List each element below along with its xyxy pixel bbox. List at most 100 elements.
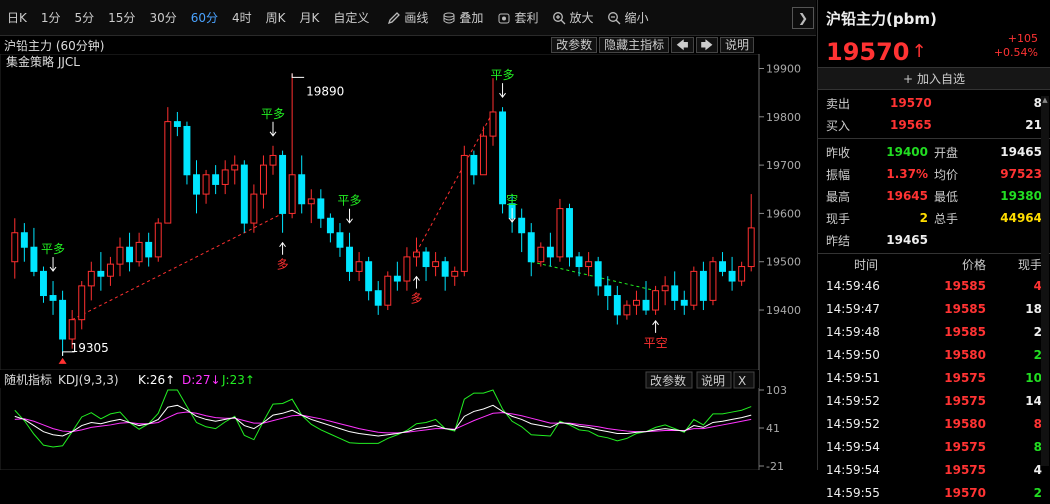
signal-short: 空: [506, 193, 518, 207]
candle-body: [632, 299, 640, 306]
tick-time: 14:59:52: [826, 416, 880, 431]
period-tab[interactable]: 月K: [293, 0, 327, 36]
candle-body: [78, 285, 86, 321]
arrow-left-icon[interactable]: 🡄: [671, 37, 694, 53]
tick-row: 14:59:52 19575 14: [818, 389, 1050, 412]
bid-price: 19565: [890, 118, 932, 132]
plus-icon: +: [902, 71, 914, 86]
signal-flat-short: 平空: [644, 336, 668, 350]
tick-volume: 18: [1025, 301, 1042, 316]
tick-time: 14:59:55: [826, 485, 880, 500]
ticks-header-volume: 现手: [1017, 257, 1042, 272]
tool-label: 套利: [514, 11, 539, 25]
candle-body: [30, 246, 38, 272]
tool-zoom-in-button[interactable]: 放大: [545, 9, 600, 26]
candle-body: [719, 261, 726, 272]
main-panel-header: 沪铅主力 (60分钟) 改参数 隐藏主指标 🡄 🡆 说明: [0, 36, 760, 54]
stat-value: 19380: [1000, 189, 1042, 203]
tool-label: 缩小: [624, 11, 649, 25]
candle-body: [546, 246, 554, 258]
ask-volume: 8: [1033, 96, 1042, 110]
stat-value: 19465: [886, 233, 928, 247]
explain-button[interactable]: 说明: [719, 37, 754, 53]
period-tab[interactable]: 30分: [142, 0, 183, 36]
stat-value: 1.37%: [886, 167, 928, 181]
period-tab[interactable]: 5分: [68, 0, 102, 36]
candle-body: [11, 232, 19, 263]
stack-icon: [442, 11, 456, 25]
candle-body: [317, 198, 325, 219]
candle-body: [298, 174, 306, 205]
edit-params-button[interactable]: 改参数: [551, 37, 598, 53]
tool-arbitrage-button[interactable]: 套利: [490, 9, 545, 26]
kdj-tick-label: 41: [766, 422, 780, 435]
scrollbar[interactable]: ▲: [1041, 96, 1049, 466]
kdj-tick-label: -21: [766, 460, 784, 470]
tick-price: 19575: [944, 370, 986, 385]
candle-body: [231, 164, 239, 171]
candle-body: [193, 174, 200, 195]
period-tab[interactable]: 日K: [0, 0, 34, 36]
candle-body: [566, 208, 573, 258]
signal-buy-long: 多: [410, 292, 422, 306]
quote-stats: 昨收 19400 开盘 19465 振幅 1.37% 均价 97523 最高 19645 最低 193…: [818, 139, 1050, 254]
low-annotation: 19305: [71, 341, 109, 355]
tick-row: 14:59:51 19575 10: [818, 366, 1050, 389]
period-tab[interactable]: 4时: [225, 0, 259, 36]
bid-row: 买入 19565 21: [818, 114, 1050, 136]
sub-explain-button-label: 说明: [701, 373, 725, 388]
ask-label: 卖出: [826, 96, 851, 111]
price-chart[interactable]: 集金策略 JJCL 19900 19800 19700 19600 19500 19400 1…: [0, 54, 816, 470]
tick-price: 19575: [944, 439, 986, 454]
tool-pencil-button[interactable]: 画线: [380, 9, 435, 26]
candle-body: [20, 232, 28, 248]
candle-body: [355, 261, 363, 272]
add-watchlist-button[interactable]: + 加入自选: [818, 68, 1050, 90]
sub-panel-name: 随机指标: [4, 372, 52, 387]
quote-panel: 沪铅主力(pbm) 19570 ↑ +105 +0.54% + 加入自选 卖出 1…: [817, 0, 1050, 500]
high-marker-line: [291, 73, 305, 78]
candle-body: [460, 154, 468, 272]
tool-zoom-out-button[interactable]: 缩小: [600, 9, 655, 26]
candle-body: [594, 261, 602, 287]
k-value: K:26↑: [138, 373, 175, 387]
candle-body: [240, 164, 248, 224]
hide-indicator-button[interactable]: 隐藏主指标: [599, 37, 670, 53]
candle-body: [269, 154, 277, 166]
candle-body: [585, 261, 593, 268]
scroll-up-icon[interactable]: ▲: [1041, 96, 1049, 104]
period-tab[interactable]: 15分: [101, 0, 142, 36]
price-tick-label: 19400: [766, 304, 801, 317]
chevron-right-icon[interactable]: ❯: [792, 7, 814, 29]
candle-body: [40, 270, 47, 297]
stat-row: 昨结 19465: [818, 229, 1050, 251]
candle-body: [202, 174, 210, 195]
tool-buttons: 画线 叠加 套利 放大 缩小: [380, 9, 655, 26]
main-panel-title: 沪铅主力 (60分钟): [4, 38, 105, 53]
signal-buy-long: 多: [277, 258, 289, 272]
tick-time: 14:59:54: [826, 439, 880, 454]
period-tab[interactable]: 自定义: [326, 0, 376, 36]
candle-body: [470, 154, 478, 176]
tick-time: 14:59:50: [826, 347, 880, 362]
candle-body: [183, 125, 191, 176]
candle-body: [126, 246, 134, 263]
period-tab[interactable]: 1分: [34, 0, 68, 36]
period-tab[interactable]: 周K: [259, 0, 293, 36]
pencil-icon: [387, 11, 401, 25]
candle-body: [87, 270, 95, 287]
candle-body: [709, 261, 717, 301]
price-change: +105: [1007, 32, 1038, 45]
arrow-right-icon[interactable]: 🡆: [695, 37, 718, 53]
tick-time: 14:59:52: [826, 393, 880, 408]
price-tick-label: 19500: [766, 256, 801, 269]
stat-label: 均价: [934, 167, 959, 182]
candle-body: [527, 232, 535, 263]
period-tab[interactable]: 60分: [184, 0, 225, 36]
percent-change: +0.54%: [993, 46, 1038, 59]
zoom-out-icon: [607, 11, 621, 25]
tool-stack-button[interactable]: 叠加: [435, 9, 490, 26]
candle-body: [250, 193, 258, 224]
candle-body: [623, 304, 631, 316]
ticks-header: 时间 价格 现手: [818, 254, 1050, 274]
